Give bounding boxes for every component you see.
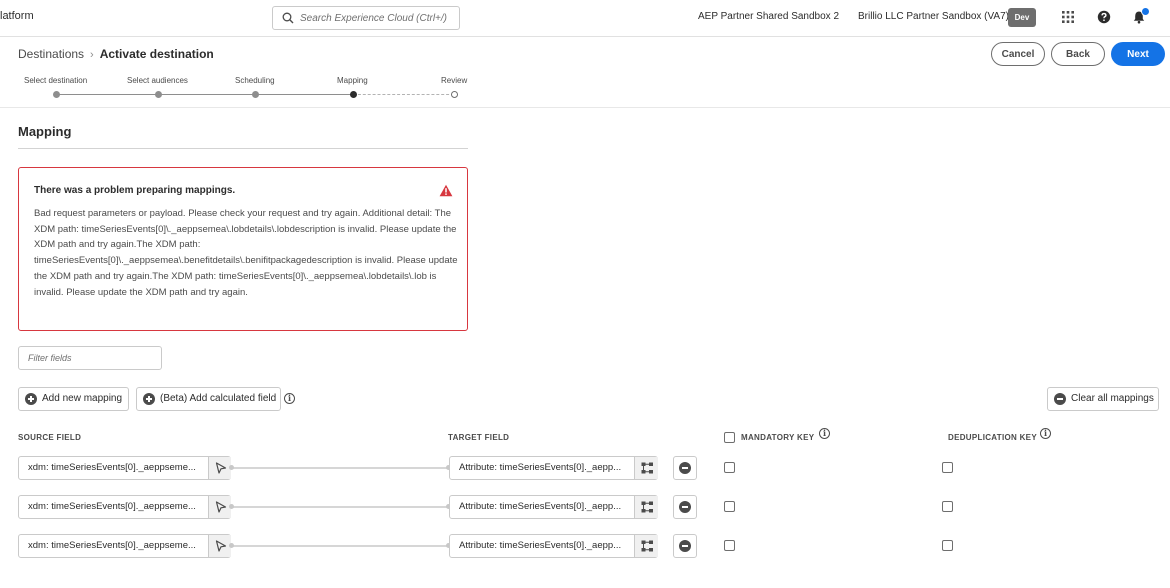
cursor-select-icon — [215, 462, 227, 474]
source-field[interactable]: xdm: timeSeriesEvents[0]._aeppseme... — [18, 534, 231, 558]
step-dot-upcoming — [451, 91, 458, 98]
alert-message: Bad request parameters or payload. Pleas… — [34, 208, 458, 298]
info-icon[interactable]: i — [819, 428, 830, 439]
mapping-connector — [229, 504, 451, 509]
remove-mapping-button[interactable] — [673, 495, 697, 519]
stepper-remaining-line — [353, 94, 454, 95]
mandatory-key-checkbox[interactable] — [724, 501, 735, 512]
app-title[interactable]: latform — [0, 10, 34, 22]
filter-box[interactable] — [18, 346, 162, 370]
schema-tree-icon — [641, 540, 653, 552]
add-calculated-field-button[interactable]: (Beta) Add calculated field — [136, 387, 281, 411]
sandbox-name[interactable]: AEP Partner Shared Sandbox 2 — [698, 11, 839, 22]
source-field-value: xdm: timeSeriesEvents[0]._aeppseme... — [28, 540, 196, 551]
apps-grid-icon[interactable] — [1061, 10, 1075, 24]
mandatory-key-select-all-checkbox[interactable] — [724, 432, 735, 443]
deduplication-key-checkbox[interactable] — [942, 501, 953, 512]
notification-indicator — [1141, 7, 1150, 16]
filter-fields-input[interactable] — [28, 350, 156, 366]
remove-mapping-button[interactable] — [673, 534, 697, 558]
help-icon[interactable] — [1097, 10, 1111, 24]
info-icon[interactable]: i — [1040, 428, 1051, 439]
step-dot-completed — [252, 91, 259, 98]
target-field[interactable]: Attribute: timeSeriesEvents[0]._aepp... — [449, 456, 658, 480]
section-title: Mapping — [18, 124, 72, 139]
source-field[interactable]: xdm: timeSeriesEvents[0]._aeppseme... — [18, 495, 231, 519]
target-field-value: Attribute: timeSeriesEvents[0]._aepp... — [459, 501, 622, 512]
workflow-stepper: Select destination Select audiences Sche… — [0, 74, 480, 104]
header-divider — [0, 107, 1170, 108]
mapping-connector — [229, 465, 451, 470]
remove-mapping-button[interactable] — [673, 456, 697, 480]
clear-all-mappings-button[interactable]: Clear all mappings — [1047, 387, 1159, 411]
column-header-deduplication-key: DEDUPLICATION KEY — [948, 433, 1037, 442]
breadcrumb-destinations[interactable]: Destinations — [18, 47, 84, 61]
step-mapping-label: Mapping — [337, 76, 368, 85]
step-dot-completed — [53, 91, 60, 98]
source-field-value: xdm: timeSeriesEvents[0]._aeppseme... — [28, 462, 196, 473]
breadcrumb: Destinations › Activate destination — [18, 47, 214, 61]
source-field[interactable]: xdm: timeSeriesEvents[0]._aeppseme... — [18, 456, 231, 480]
mapping-row: xdm: timeSeriesEvents[0]._aeppseme... At… — [0, 495, 1170, 519]
step-select-destination-label: Select destination — [24, 76, 88, 85]
source-field-value: xdm: timeSeriesEvents[0]._aeppseme... — [28, 501, 196, 512]
target-field[interactable]: Attribute: timeSeriesEvents[0]._aepp... — [449, 495, 658, 519]
mapping-connector — [229, 543, 451, 548]
error-alert: There was a problem preparing mappings. … — [18, 167, 468, 331]
info-icon[interactable]: i — [284, 393, 295, 404]
select-source-field-button[interactable] — [208, 457, 231, 479]
alert-title: There was a problem preparing mappings. — [34, 185, 236, 196]
remove-icon — [1054, 393, 1066, 405]
search-box[interactable] — [272, 6, 460, 30]
remove-icon — [679, 501, 691, 513]
column-header-mandatory-key: MANDATORY KEY — [741, 433, 815, 442]
search-input[interactable] — [300, 9, 455, 27]
select-target-field-button[interactable] — [634, 496, 658, 518]
add-icon — [143, 393, 155, 405]
target-field[interactable]: Attribute: timeSeriesEvents[0]._aepp... — [449, 534, 658, 558]
top-navigation-bar: latform AEP Partner Shared Sandbox 2 Bri… — [0, 0, 1170, 37]
breadcrumb-separator: › — [90, 49, 94, 61]
target-field-value: Attribute: timeSeriesEvents[0]._aepp... — [459, 462, 622, 473]
page-title: Activate destination — [99, 47, 214, 61]
remove-icon — [679, 462, 691, 474]
step-dot-completed — [155, 91, 162, 98]
select-target-field-button[interactable] — [634, 457, 658, 479]
deduplication-key-checkbox[interactable] — [942, 462, 953, 473]
add-calculated-field-label: (Beta) Add calculated field — [160, 393, 277, 404]
clear-all-mappings-label: Clear all mappings — [1071, 393, 1154, 404]
mapping-row: xdm: timeSeriesEvents[0]._aeppseme... At… — [0, 456, 1170, 480]
column-header-source: SOURCE FIELD — [18, 433, 82, 442]
add-new-mapping-button[interactable]: Add new mapping — [18, 387, 129, 411]
select-source-field-button[interactable] — [208, 535, 231, 557]
deduplication-key-checkbox[interactable] — [942, 540, 953, 551]
step-select-audiences-label: Select audiences — [127, 76, 188, 85]
cancel-button[interactable]: Cancel — [991, 42, 1045, 66]
mandatory-key-checkbox[interactable] — [724, 540, 735, 551]
select-target-field-button[interactable] — [634, 535, 658, 557]
mandatory-key-checkbox[interactable] — [724, 462, 735, 473]
cursor-select-icon — [215, 501, 227, 513]
back-button[interactable]: Back — [1051, 42, 1105, 66]
schema-tree-icon — [641, 462, 653, 474]
select-source-field-button[interactable] — [208, 496, 231, 518]
alert-icon — [439, 184, 453, 197]
remove-icon — [679, 540, 691, 552]
environment-badge: Dev — [1008, 8, 1036, 27]
schema-tree-icon — [641, 501, 653, 513]
step-dot-current — [350, 91, 357, 98]
next-button[interactable]: Next — [1111, 42, 1165, 66]
stepper-progress-line — [56, 94, 353, 95]
cursor-select-icon — [215, 540, 227, 552]
add-new-mapping-label: Add new mapping — [42, 393, 123, 404]
step-scheduling-label: Scheduling — [235, 76, 275, 85]
search-icon — [282, 12, 294, 24]
target-field-value: Attribute: timeSeriesEvents[0]._aepp... — [459, 540, 622, 551]
section-divider — [18, 148, 468, 149]
step-review-label: Review — [441, 76, 468, 85]
column-header-target: TARGET FIELD — [448, 433, 510, 442]
add-icon — [25, 393, 37, 405]
mapping-row: xdm: timeSeriesEvents[0]._aeppseme... At… — [0, 534, 1170, 558]
org-switcher[interactable]: Brillio LLC Partner Sandbox (VA7) — [858, 11, 1009, 22]
